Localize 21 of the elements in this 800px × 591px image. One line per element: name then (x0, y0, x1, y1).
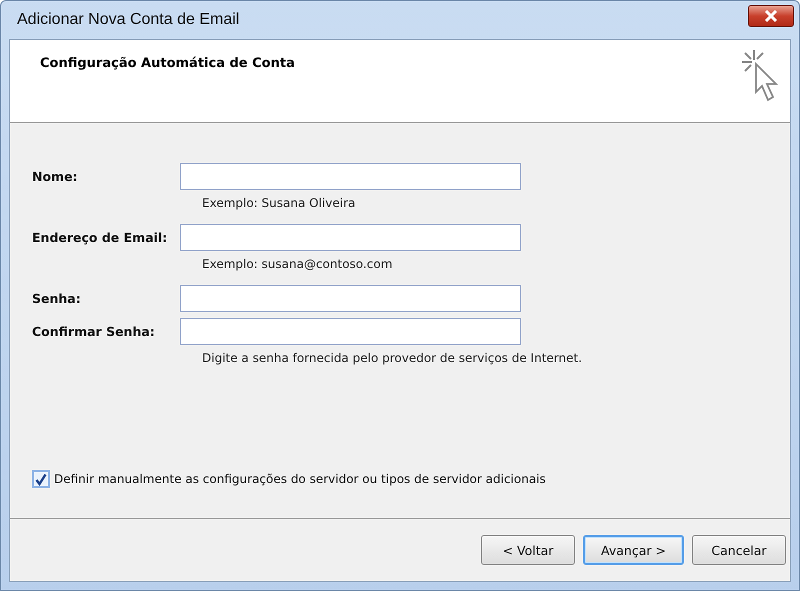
hint-text: Exemplo: Susana Oliveira (202, 196, 356, 210)
close-icon (764, 10, 778, 22)
field-label: Endereço de Email: (32, 230, 168, 245)
dialog-button[interactable]: Avançar > (583, 535, 684, 565)
checkbox-label: Definir manualmente as configurações do servidor ou tipos de servidor adicionais (54, 472, 546, 486)
field-label: Nome: (32, 169, 79, 184)
input-field[interactable] (180, 163, 521, 190)
input-field[interactable] (180, 318, 521, 345)
close-button[interactable] (748, 5, 794, 27)
hint-text: Digite a senha fornecida pelo provedor de serviços de Internet. (202, 351, 584, 365)
check-icon (35, 472, 47, 486)
dialog-button[interactable]: Cancelar (692, 535, 786, 565)
input-field[interactable] (180, 224, 521, 251)
header-title: Configuração Automática de Conta (40, 56, 295, 71)
window-title: Adicionar Nova Conta de Email (17, 11, 240, 29)
field-label: Senha: (32, 291, 82, 306)
input-field[interactable] (180, 285, 521, 312)
checkbox[interactable] (32, 470, 50, 488)
dialog-button[interactable]: < Voltar (481, 535, 575, 565)
field-label: Confirmar Senha: (32, 324, 156, 339)
hint-text: Exemplo: susana@contoso.com (202, 257, 394, 271)
